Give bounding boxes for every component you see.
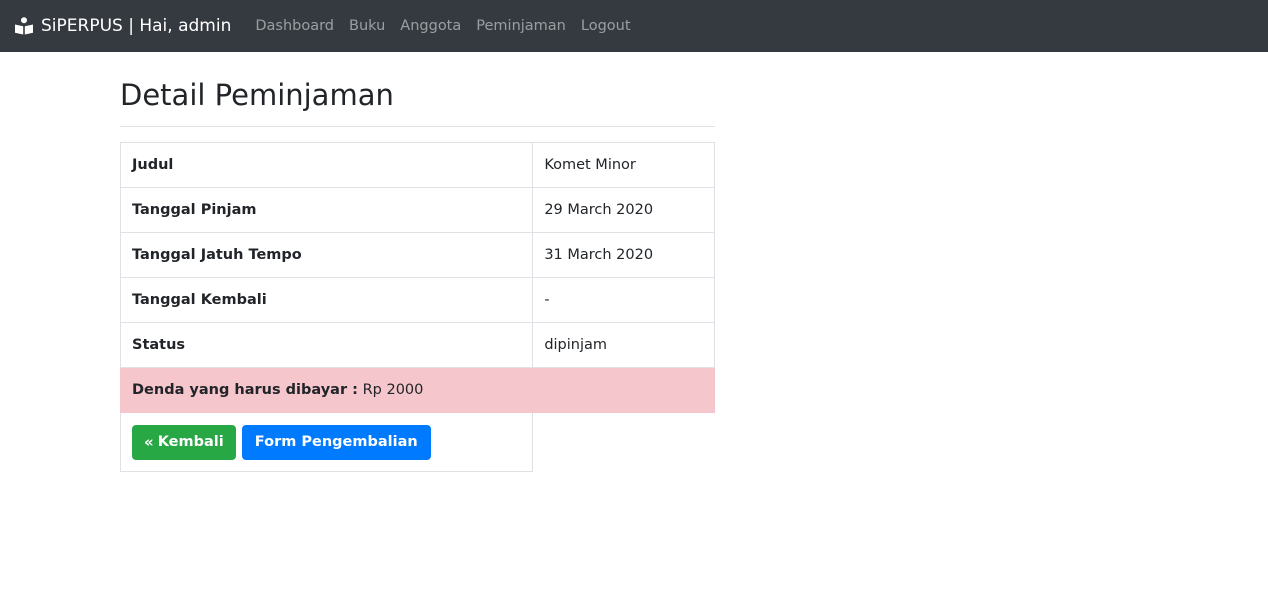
brand-text: SiPERPUS | Hai, admin — [41, 16, 232, 36]
fine-label: Denda yang harus dibayar : — [132, 382, 358, 398]
action-cell: « Kembali Form Pengembalian — [119, 412, 534, 472]
table-row-judul: Judul Komet Minor — [119, 142, 715, 188]
nav-logout[interactable]: Logout — [581, 18, 631, 34]
fine-cell: Denda yang harus dibayar : Rp 2000 — [120, 367, 715, 413]
nav-links: Dashboard Buku Anggota Peminjaman Logout — [255, 18, 645, 34]
nav-buku[interactable]: Buku — [349, 18, 385, 34]
table-row-tanggal-jatuh-tempo: Tanggal Jatuh Tempo 31 March 2020 — [119, 232, 715, 278]
row-label: Tanggal Pinjam — [119, 187, 534, 233]
book-reader-icon — [14, 16, 34, 36]
empty-cell — [532, 412, 715, 472]
row-label: Tanggal Kembali — [119, 277, 534, 323]
nav-dashboard[interactable]: Dashboard — [255, 18, 334, 34]
row-label: Tanggal Jatuh Tempo — [119, 232, 534, 278]
fine-value: Rp 2000 — [362, 382, 424, 398]
table-row-tanggal-kembali: Tanggal Kembali - — [119, 277, 715, 323]
row-value: Komet Minor — [532, 142, 715, 188]
brand-link[interactable]: SiPERPUS | Hai, admin — [14, 16, 231, 36]
fine-row: Denda yang harus dibayar : Rp 2000 — [120, 367, 715, 413]
angle-double-left-icon: « — [144, 432, 154, 451]
main-content: Detail Peminjaman Judul Komet Minor Tang… — [119, 52, 715, 472]
navbar: SiPERPUS | Hai, admin Dashboard Buku Ang… — [0, 0, 1268, 52]
back-button-label: Kembali — [157, 434, 224, 450]
nav-peminjaman[interactable]: Peminjaman — [476, 18, 566, 34]
row-value: 31 March 2020 — [532, 232, 715, 278]
row-label: Status — [119, 322, 534, 368]
detail-table: Judul Komet Minor Tanggal Pinjam 29 Marc… — [119, 142, 715, 472]
back-button[interactable]: « Kembali — [132, 424, 236, 460]
return-form-button[interactable]: Form Pengembalian — [241, 424, 431, 460]
title-divider — [120, 126, 715, 127]
row-label: Judul — [119, 142, 534, 188]
table-row-tanggal-pinjam: Tanggal Pinjam 29 March 2020 — [119, 187, 715, 233]
return-form-button-label: Form Pengembalian — [254, 434, 418, 450]
row-value: dipinjam — [532, 322, 715, 368]
action-row: « Kembali Form Pengembalian — [119, 412, 715, 472]
table-row-status: Status dipinjam — [119, 322, 715, 368]
nav-anggota[interactable]: Anggota — [400, 18, 461, 34]
row-value: 29 March 2020 — [532, 187, 715, 233]
page-title: Detail Peminjaman — [120, 78, 394, 112]
row-value: - — [532, 277, 715, 323]
